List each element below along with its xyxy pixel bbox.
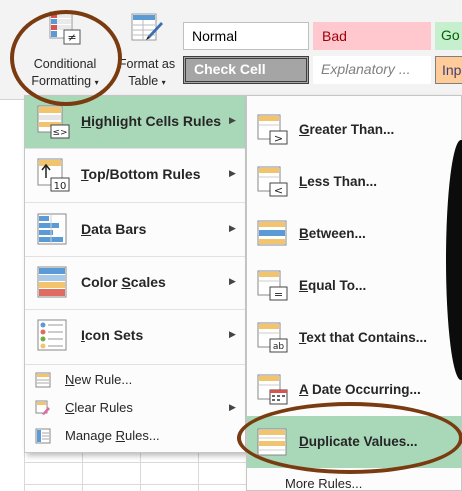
menu-item-color-scales[interactable]: Color Scales ▶ [25, 257, 245, 309]
submenu-item-label: A Date Occurring... [299, 382, 421, 397]
svg-text:10: 10 [54, 181, 67, 192]
annotation-ring-conditional-formatting [10, 10, 122, 106]
submenu-item-label: Equal To... [299, 278, 367, 293]
cell-styles-gallery: Normal Bad Go Check Cell Explanatory ...… [181, 18, 462, 96]
menu-item-top-bottom-rules[interactable]: 10 Top/Bottom Rules ▶ [25, 149, 245, 201]
menu-item-data-bars[interactable]: Data Bars ▶ [25, 204, 245, 256]
submenu-item-between[interactable]: Between... [247, 208, 461, 260]
menu-item-label: Data Bars [81, 221, 147, 237]
highlight-cells-icon: ≤> [37, 105, 70, 139]
submenu-item-text-that-contains[interactable]: ab Text that Contains... [247, 312, 461, 364]
menu-item-label: Clear Rules [65, 400, 133, 415]
submenu-item-greater-than[interactable]: > Greater Than... [247, 104, 461, 156]
submenu-item-label: Text that Contains... [299, 330, 428, 345]
menu-item-icon-sets[interactable]: Icon Sets ▶ [25, 310, 245, 362]
submenu-arrow-icon: ▶ [229, 115, 236, 125]
svg-text:≤>: ≤> [52, 128, 67, 138]
style-normal[interactable]: Normal [183, 22, 309, 50]
menu-item-label: Highlight Cells Rules [81, 113, 222, 129]
menu-item-label: New Rule... [65, 372, 133, 387]
menu-separator [25, 202, 245, 203]
submenu-arrow-icon: ▶ [229, 168, 236, 178]
date-occurring-icon [257, 374, 288, 405]
greater-than-icon: > [257, 114, 288, 145]
style-explanatory[interactable]: Explanatory ... [313, 56, 431, 84]
submenu-item-label: Greater Than... [299, 122, 395, 137]
submenu-arrow-icon: ▶ [229, 223, 236, 233]
format-as-table-label-1: Format as [118, 57, 176, 71]
between-icon [257, 220, 287, 246]
data-bars-icon [37, 213, 67, 245]
format-as-table-label-2: Table ▾ [128, 74, 166, 88]
conditional-formatting-menu: ≤> Highlight Cells Rules ▶ 10 Top/Bottom… [24, 95, 246, 453]
icon-sets-icon [37, 319, 67, 351]
submenu-item-label: Less Than... [299, 174, 378, 189]
more-rules-item[interactable]: More Rules... [285, 476, 362, 491]
manage-rules-icon [35, 428, 51, 444]
menu-item-manage-rules[interactable]: Manage Rules... [25, 422, 245, 450]
menu-item-label: Color Scales [81, 274, 166, 290]
svg-text:ab: ab [273, 342, 285, 352]
menu-item-label: Top/Bottom Rules [81, 166, 201, 182]
submenu-item-less-than[interactable]: < Less Than... [247, 156, 461, 208]
menu-item-clear-rules[interactable]: Clear Rules ▶ [25, 394, 245, 422]
text-contains-icon: ab [257, 322, 288, 353]
svg-text:>: > [274, 132, 283, 145]
svg-text:=: = [274, 288, 283, 301]
style-check-cell[interactable]: Check Cell [183, 56, 309, 84]
format-as-table-button[interactable]: Format as Table ▾ [114, 6, 180, 91]
style-bad[interactable]: Bad [313, 22, 431, 50]
clear-rules-icon [35, 400, 50, 415]
menu-item-label: Icon Sets [81, 327, 144, 343]
less-than-icon: < [257, 166, 288, 197]
color-scales-icon [37, 266, 67, 298]
top-bottom-icon: 10 [37, 158, 70, 192]
caret-down-icon: ▾ [161, 78, 166, 87]
format-as-table-icon [131, 13, 163, 41]
style-good[interactable]: Go [435, 22, 462, 50]
svg-text:<: < [274, 184, 283, 197]
menu-item-label: Manage Rules... [65, 428, 160, 443]
menu-item-new-rule[interactable]: New Rule... [25, 366, 245, 394]
submenu-item-equal-to[interactable]: = Equal To... [247, 260, 461, 312]
submenu-item-label: Between... [299, 226, 366, 241]
new-rule-icon [35, 372, 51, 388]
equal-to-icon: = [257, 270, 288, 301]
style-input[interactable]: Inp [435, 56, 462, 84]
annotation-ring-duplicate-values [237, 402, 462, 474]
submenu-arrow-icon: ▶ [229, 402, 236, 412]
menu-separator [25, 364, 245, 365]
submenu-arrow-icon: ▶ [229, 276, 236, 286]
submenu-arrow-icon: ▶ [229, 329, 236, 339]
